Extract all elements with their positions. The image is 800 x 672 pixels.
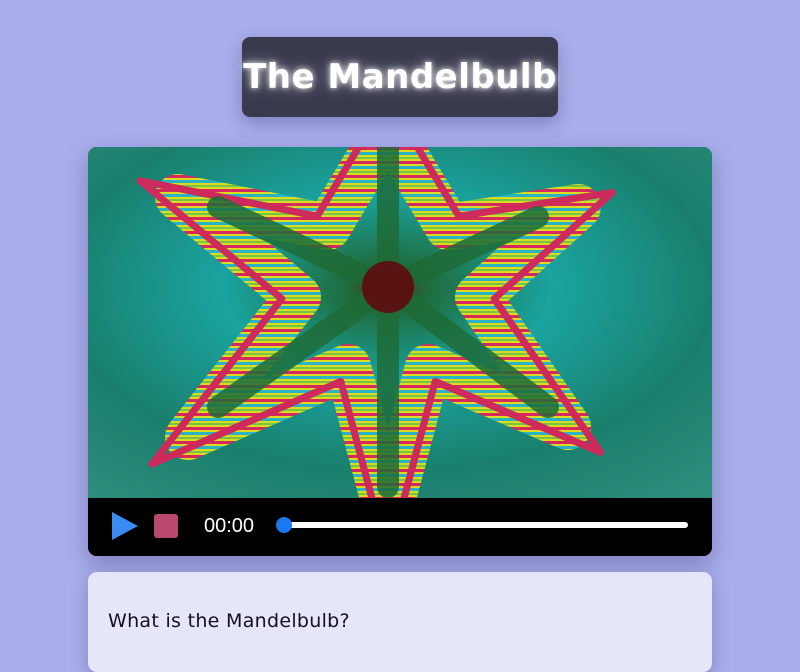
title-card: The Mandelbulb [242,37,558,117]
video-controls: 00:00 [88,498,712,556]
current-time: 00:00 [204,515,255,537]
play-icon[interactable] [112,512,138,540]
stop-icon[interactable] [154,514,178,538]
video-player: 00:00 [88,147,712,556]
info-heading: What is the Mandelbulb? [108,610,350,632]
video-image [88,147,712,498]
video-frame[interactable] [88,147,712,498]
page-title: The Mandelbulb [243,57,557,97]
seek-bar[interactable] [284,522,688,528]
info-card: What is the Mandelbulb? [88,572,712,672]
seek-thumb[interactable] [276,517,292,533]
